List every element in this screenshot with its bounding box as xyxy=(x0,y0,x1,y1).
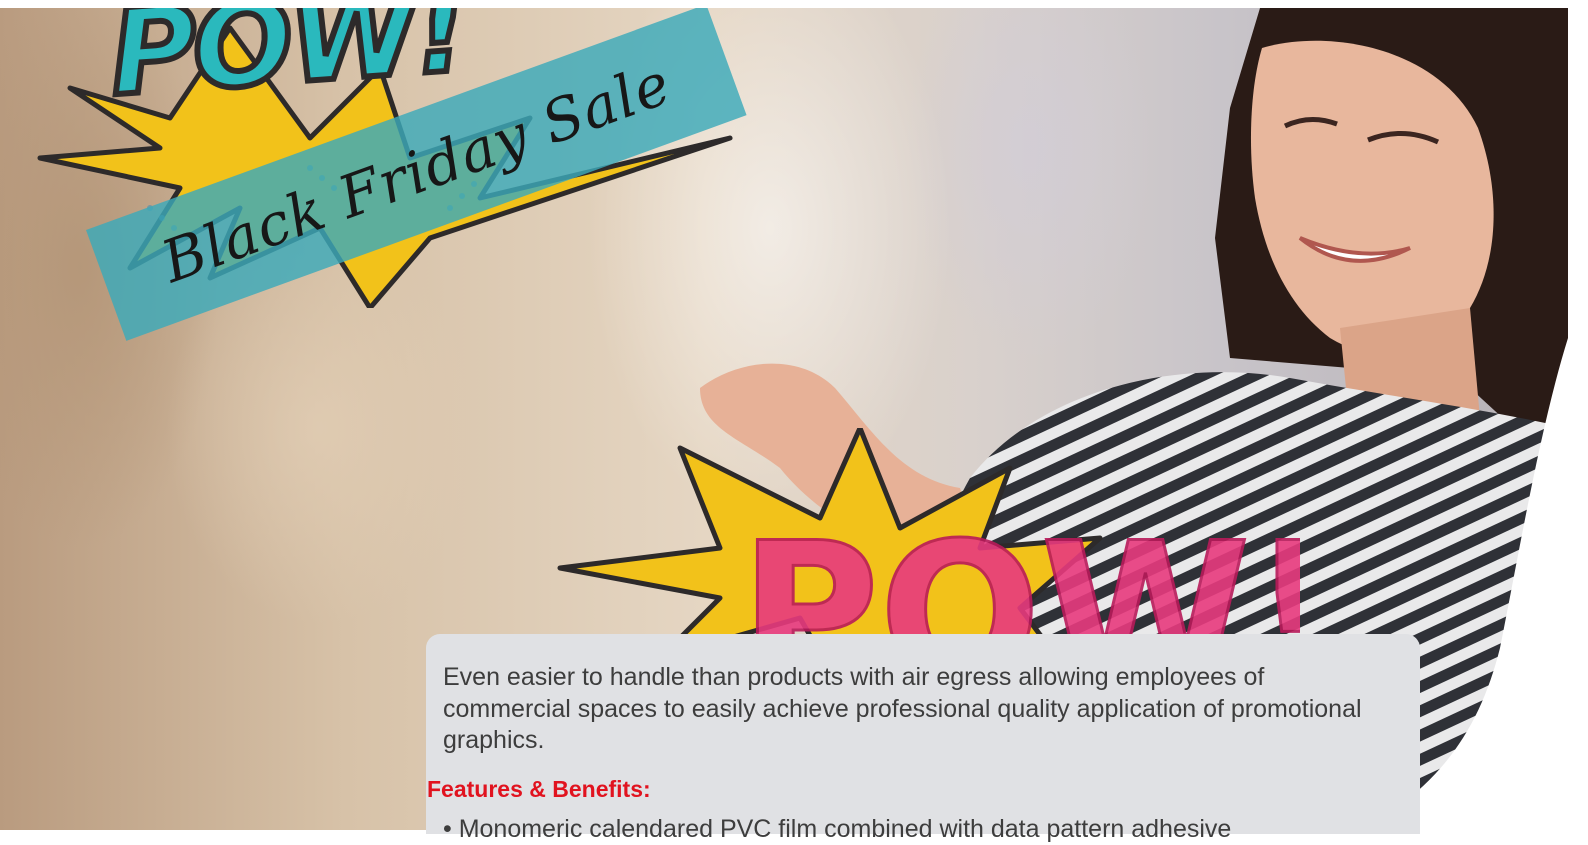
product-intro-text: Even easier to handle than products with… xyxy=(443,663,1362,754)
features-heading: Features & Benefits: xyxy=(427,776,651,802)
product-info-card: Even easier to handle than products with… xyxy=(426,634,1420,843)
